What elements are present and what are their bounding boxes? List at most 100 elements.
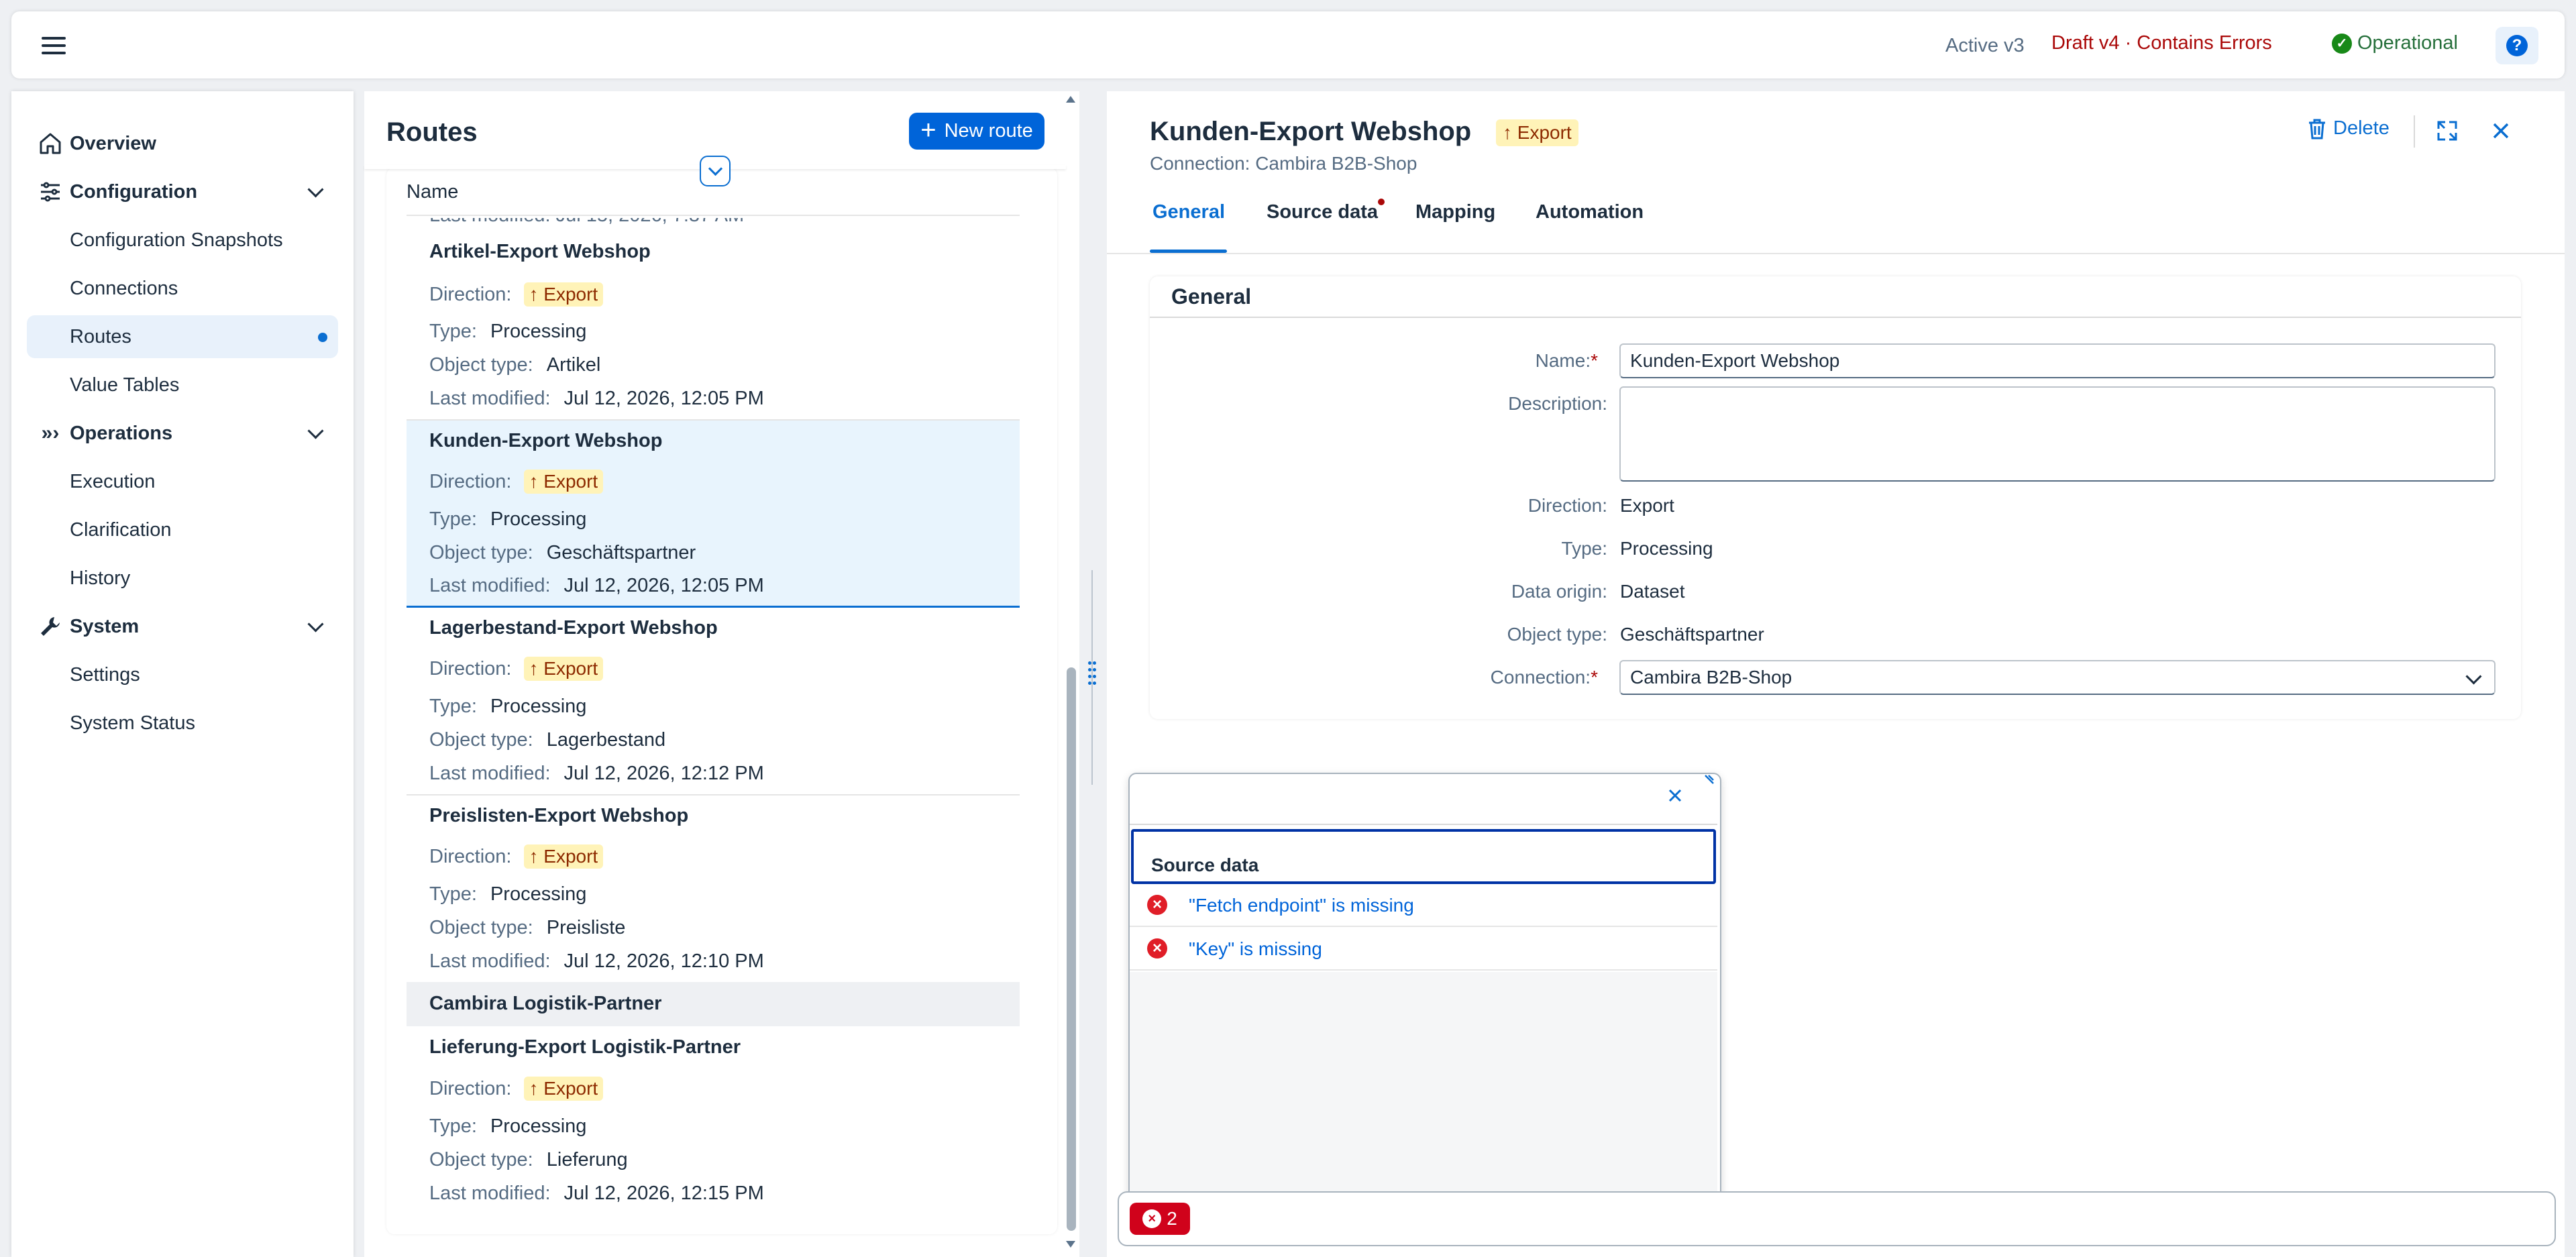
row-label: Last modified: — [429, 950, 551, 972]
menu-icon[interactable] — [42, 34, 66, 58]
name-label-text: Name: — [1535, 350, 1591, 371]
message-item[interactable]: × "Fetch endpoint" is missing — [1130, 884, 1717, 927]
list-item-artikel[interactable]: Artikel-Export Webshop Direction: ↑ Expor… — [407, 231, 1020, 421]
type-label: Type: — [1561, 538, 1607, 559]
message-link[interactable]: "Key" is missing — [1189, 938, 1322, 960]
row-label: Object type: — [429, 1149, 533, 1170]
row-value: Geschäftspartner — [546, 542, 696, 563]
row-value: Jul 12, 2026, 12:12 PM — [564, 763, 764, 784]
row-label: Direction: — [429, 1077, 512, 1099]
description-textarea[interactable] — [1619, 386, 2496, 482]
fullscreen-button[interactable] — [2431, 115, 2463, 147]
chevron-down-icon — [2465, 668, 2482, 685]
nav-history[interactable]: History — [11, 557, 354, 600]
message-item[interactable]: × "Key" is missing — [1130, 928, 1717, 971]
footer-toolbar — [1118, 1191, 2556, 1246]
row-value: Preisliste — [546, 917, 626, 938]
error-icon: × — [1147, 938, 1167, 959]
nav-connections[interactable]: Connections — [11, 267, 354, 310]
error-count: 2 — [1167, 1208, 1177, 1229]
nav-configuration[interactable]: Configuration — [11, 170, 354, 213]
object-type-row: Object type: Lieferung — [429, 1149, 628, 1171]
close-detail-button[interactable] — [2485, 115, 2517, 147]
delete-button[interactable]: Delete — [2308, 117, 2390, 140]
nav-settings[interactable]: Settings — [11, 653, 354, 696]
list-item-preislisten[interactable]: Preislisten-Export Webshop Direction: ↑ E… — [407, 796, 1020, 981]
row-label: Direction: — [429, 470, 512, 492]
resize-icon[interactable] — [1701, 774, 1715, 787]
connection-select-value: Cambira B2B-Shop — [1630, 667, 1792, 688]
direction-value: Export — [1620, 495, 1674, 516]
connection-label-text: Connection: — [1490, 667, 1591, 688]
tab-source-data[interactable]: Source data — [1267, 201, 1378, 223]
last-modified-row: Last modified: Jul 12, 2026, 12:12 PM — [429, 763, 764, 785]
type-value: Processing — [1620, 538, 1713, 559]
chevron-down-icon — [307, 616, 324, 633]
data-origin-label: Data origin: — [1511, 581, 1607, 602]
scroll-up-arrow[interactable] — [1066, 96, 1075, 103]
row-value: Processing — [490, 883, 587, 905]
nav-system[interactable]: System — [11, 605, 354, 648]
export-badge: ↑ Export — [523, 470, 604, 494]
row-value: Jul 12, 2026, 12:10 PM — [564, 950, 764, 972]
nav-system-label: System — [70, 615, 140, 637]
row-label: Object type: — [429, 729, 533, 751]
row-label: Object type: — [429, 917, 533, 938]
nav-item-label: History — [70, 567, 131, 589]
scrollbar-thumb[interactable] — [1067, 667, 1076, 1231]
close-popover-button[interactable] — [1668, 786, 1682, 808]
divider — [1150, 317, 2521, 318]
list-item-lieferung[interactable]: Lieferung-Export Logistik-Partner Direct… — [407, 1027, 1020, 1215]
draft-status-link[interactable]: Draft v4 · Contains Errors — [2051, 32, 2272, 54]
nav-overview[interactable]: Overview — [11, 122, 354, 165]
group-header: Cambira Logistik-Partner — [407, 982, 1020, 1026]
home-icon — [36, 129, 65, 158]
collapse-header-button[interactable] — [700, 156, 731, 186]
system-status: ✓ Operational — [2332, 32, 2458, 54]
row-label: Object type: — [429, 542, 533, 563]
list-item-lagerbestand[interactable]: Lagerbestand-Export Webshop Direction: ↑ … — [407, 608, 1020, 796]
popover-empty-area — [1130, 972, 1717, 1200]
message-group-title: Source data — [1151, 855, 1259, 875]
tab-mapping[interactable]: Mapping — [1415, 201, 1495, 223]
row-value: Processing — [490, 321, 587, 342]
new-route-label: New route — [944, 120, 1033, 142]
tab-automation[interactable]: Automation — [1536, 201, 1644, 223]
item-title: Kunden-Export Webshop — [429, 430, 663, 451]
name-input[interactable]: Kunden-Export Webshop — [1619, 343, 2496, 378]
nav-value-tables[interactable]: Value Tables — [11, 364, 354, 406]
grip-icon[interactable] — [1087, 659, 1097, 688]
group-header-label: Cambira Logistik-Partner — [429, 993, 662, 1014]
nav-clarification[interactable]: Clarification — [11, 508, 354, 551]
object-type-row: Object type: Artikel — [429, 354, 600, 376]
nav-routes[interactable]: Routes — [27, 315, 338, 358]
nav-system-status[interactable]: System Status — [11, 702, 354, 745]
last-modified-row: Last modified: Jul 12, 2026, 12:05 PM — [429, 575, 764, 597]
tab-general[interactable]: General — [1152, 201, 1225, 223]
nav-item-label: Settings — [70, 663, 140, 686]
direction-row: Direction: ↑ Export — [429, 657, 604, 681]
row-label: Type: — [429, 321, 477, 342]
nav-execution[interactable]: Execution — [11, 460, 354, 503]
nav-config-snapshots[interactable]: Configuration Snapshots — [11, 219, 354, 262]
new-route-button[interactable]: + New route — [909, 113, 1044, 150]
column-header-name[interactable]: Name — [407, 181, 458, 203]
list-item-kunden[interactable]: Kunden-Export Webshop Direction: ↑ Export… — [407, 421, 1020, 608]
last-modified-row: Last modified: Jul 12, 2026, 12:10 PM — [429, 950, 764, 973]
nav-item-label: Configuration Snapshots — [70, 229, 283, 251]
export-badge: ↑ Export — [523, 657, 604, 681]
description-label: Description: — [1508, 393, 1607, 414]
scroll-down-arrow[interactable] — [1066, 1241, 1075, 1248]
nav-operations[interactable]: »› Operations — [11, 412, 354, 455]
error-messages-button[interactable]: × 2 — [1130, 1203, 1190, 1235]
help-button[interactable]: ? — [2496, 27, 2538, 64]
connection-select[interactable]: Cambira B2B-Shop — [1619, 660, 2496, 695]
double-chevron-right-icon: »› — [41, 422, 60, 444]
nav-item-label: Clarification — [70, 518, 172, 541]
object-type-row: Object type: Preisliste — [429, 917, 625, 939]
close-icon — [2493, 123, 2509, 139]
row-label: Direction: — [429, 845, 512, 867]
check-circle-icon: ✓ — [2332, 33, 2352, 54]
message-link[interactable]: "Fetch endpoint" is missing — [1189, 895, 1414, 916]
row-label: Last modified: — [429, 388, 551, 409]
